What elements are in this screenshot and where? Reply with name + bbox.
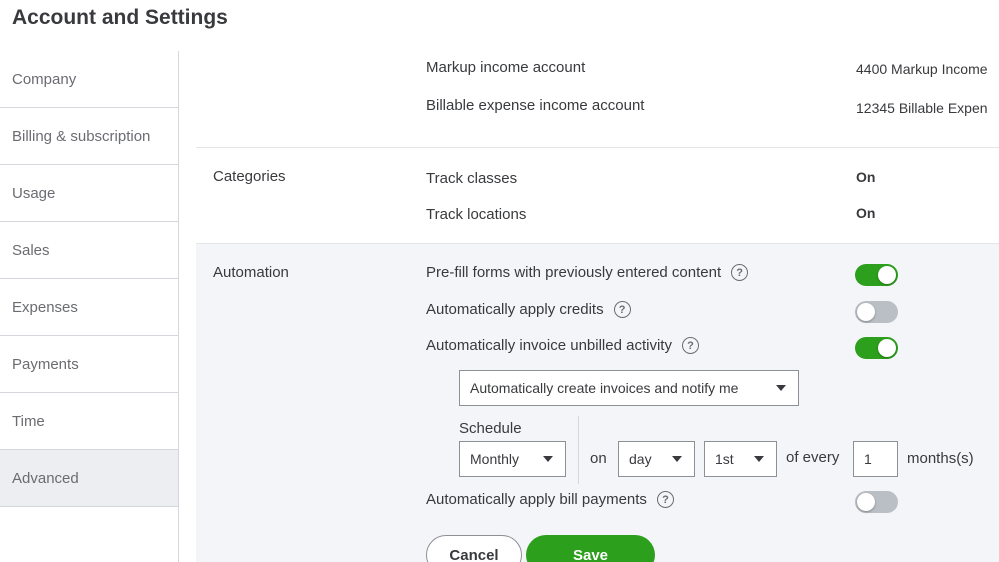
toggle-knob	[857, 493, 875, 511]
track-locations-value: On	[856, 205, 876, 221]
apply-bill-payments-text: Automatically apply bill payments	[426, 491, 647, 508]
interval-input[interactable]: 1	[853, 441, 898, 477]
frequency-value: Monthly	[470, 451, 520, 467]
interval-unit-label: months(s)	[907, 450, 974, 467]
chevron-down-icon	[754, 456, 764, 462]
day-value: 1st	[715, 451, 734, 467]
sidebar-item-label: Billing & subscription	[12, 127, 151, 145]
on-label: on	[590, 450, 607, 467]
invoice-unbilled-toggle[interactable]	[855, 337, 898, 359]
invoice-unbilled-label: Automatically invoice unbilled activity …	[426, 337, 699, 354]
billable-expense-value: 12345 Billable Expen	[856, 100, 988, 116]
sidebar-item-time[interactable]: Time	[0, 393, 178, 450]
invoice-mode-value: Automatically create invoices and notify…	[470, 380, 739, 396]
schedule-label: Schedule	[459, 420, 522, 437]
sidebar-item-billing[interactable]: Billing & subscription	[0, 108, 178, 165]
chevron-down-icon	[543, 456, 553, 462]
sidebar-item-label: Sales	[12, 241, 50, 259]
track-classes-value: On	[856, 169, 876, 185]
sidebar-item-payments[interactable]: Payments	[0, 336, 178, 393]
sidebar-item-advanced[interactable]: Advanced	[0, 450, 178, 507]
apply-credits-toggle[interactable]	[855, 301, 898, 323]
chevron-down-icon	[672, 456, 682, 462]
invoice-mode-select[interactable]: Automatically create invoices and notify…	[459, 370, 799, 406]
help-icon[interactable]: ?	[681, 337, 699, 354]
markup-income-label: Markup income account	[426, 59, 586, 76]
sidebar-item-sales[interactable]: Sales	[0, 222, 178, 279]
sidebar-item-label: Expenses	[12, 298, 78, 316]
page-title: Account and Settings	[12, 6, 228, 29]
save-button[interactable]: Save	[526, 535, 655, 562]
sidebar-item-expenses[interactable]: Expenses	[0, 279, 178, 336]
prefill-forms-text: Pre-fill forms with previously entered c…	[426, 264, 722, 281]
help-icon[interactable]: ?	[731, 264, 749, 281]
frequency-select[interactable]: Monthly	[459, 441, 566, 477]
sidebar-item-label: Advanced	[12, 469, 79, 487]
billable-expense-label: Billable expense income account	[426, 97, 645, 114]
sidebar-item-label: Company	[12, 70, 77, 88]
sidebar-item-label: Payments	[12, 355, 79, 373]
toggle-knob	[878, 266, 896, 284]
prefill-forms-toggle[interactable]	[855, 264, 898, 286]
toggle-knob	[878, 339, 896, 357]
invoice-unbilled-text: Automatically invoice unbilled activity	[426, 337, 672, 354]
accounts-section: Markup income account 4400 Markup Income…	[196, 51, 999, 148]
categories-title: Categories	[213, 168, 286, 185]
sidebar-item-label: Time	[12, 412, 45, 430]
sidebar-item-label: Usage	[12, 184, 56, 202]
track-locations-label: Track locations	[426, 206, 527, 223]
of-every-label: of every	[786, 449, 840, 466]
help-icon[interactable]: ?	[656, 491, 674, 508]
day-select[interactable]: 1st	[704, 441, 777, 477]
markup-income-value: 4400 Markup Income	[856, 61, 988, 77]
toggle-knob	[857, 303, 875, 321]
categories-section[interactable]: Categories Track classes On Track locati…	[196, 148, 999, 244]
automation-title: Automation	[213, 264, 289, 281]
apply-bill-payments-toggle[interactable]	[855, 491, 898, 513]
apply-credits-text: Automatically apply credits	[426, 301, 604, 318]
interval-value: 1	[864, 451, 872, 467]
automation-section: Automation Pre-fill forms with previousl…	[196, 244, 999, 562]
sidebar-item-company[interactable]: Company	[0, 51, 178, 108]
apply-credits-label: Automatically apply credits ?	[426, 301, 631, 318]
track-classes-label: Track classes	[426, 170, 518, 187]
cancel-button[interactable]: Cancel	[426, 535, 522, 562]
unit-select[interactable]: day	[618, 441, 695, 477]
schedule-divider	[578, 416, 579, 484]
sidebar-item-usage[interactable]: Usage	[0, 165, 178, 222]
apply-bill-payments-label: Automatically apply bill payments ?	[426, 491, 674, 508]
prefill-forms-label: Pre-fill forms with previously entered c…	[426, 264, 749, 281]
unit-value: day	[629, 451, 652, 467]
settings-main: Markup income account 4400 Markup Income…	[196, 51, 999, 562]
chevron-down-icon	[776, 385, 786, 391]
help-icon[interactable]: ?	[613, 301, 631, 318]
settings-sidebar: Company Billing & subscription Usage Sal…	[0, 51, 179, 562]
